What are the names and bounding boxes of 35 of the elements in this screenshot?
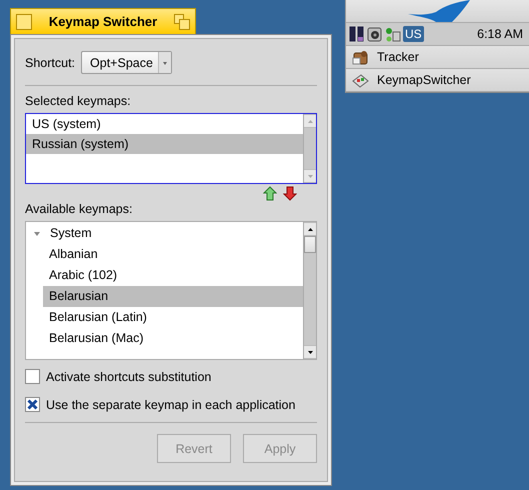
checkbox-label: Use the separate keymap in each application	[46, 398, 296, 412]
tree-item[interactable]: Belarusian (Mac)	[43, 328, 303, 349]
tracker-icon	[352, 48, 369, 66]
list-item[interactable]: US (system)	[26, 114, 303, 134]
section-label: Available keymaps:	[25, 202, 134, 216]
deskbar-app-item[interactable]: Tracker	[346, 46, 529, 69]
checkbox[interactable]	[25, 397, 40, 412]
window-title: Keymap Switcher	[48, 14, 158, 29]
selected-keymaps-list[interactable]: US (system) Russian (system)	[25, 113, 317, 184]
up-arrow-icon	[263, 186, 277, 201]
scroll-bar[interactable]	[303, 114, 316, 183]
scroll-bar[interactable]	[303, 222, 316, 359]
keyboard-icon	[352, 72, 369, 88]
shortcut-label: Shortcut:	[25, 56, 76, 70]
checkbox-label: Activate shortcuts substitution	[46, 370, 212, 384]
network-icon	[385, 26, 401, 42]
clock[interactable]: 6:18 AM	[477, 27, 523, 41]
tree-item[interactable]: Belarusian (Latin)	[43, 307, 303, 328]
shortcut-menu-field[interactable]: Opt+Space	[81, 51, 172, 74]
keymap-badge[interactable]: US	[403, 26, 424, 42]
checkbox[interactable]	[25, 369, 40, 384]
list-item[interactable]: Russian (system)	[26, 134, 303, 154]
down-arrow-icon	[283, 186, 297, 201]
window-tab[interactable]: Keymap Switcher	[10, 8, 196, 34]
tree-item[interactable]: Belarusian	[43, 286, 303, 307]
close-box-icon	[16, 14, 32, 30]
tree-item[interactable]: Arabic (102)	[43, 265, 303, 286]
tree-item[interactable]: Albanian	[43, 244, 303, 265]
tree-item[interactable]: System	[44, 223, 303, 244]
zoom-box-icon	[174, 14, 190, 30]
section-label: Selected keymaps:	[25, 94, 132, 108]
cpu-meter-icon	[349, 26, 365, 42]
speaker-icon	[367, 26, 383, 42]
caret-icon	[158, 52, 172, 73]
deskbar-app-item[interactable]: KeymapSwitcher	[346, 69, 529, 92]
